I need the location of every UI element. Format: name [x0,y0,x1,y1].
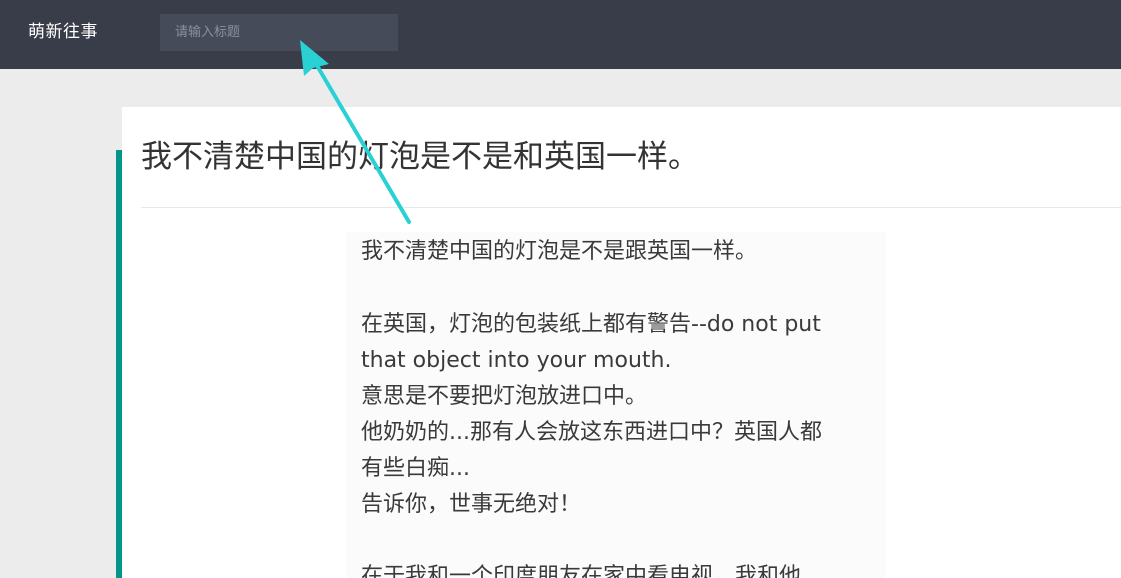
title-divider [141,207,1121,208]
image-text-line: 告诉你，世事无绝对！ [361,492,582,517]
image-text-line: that object into your mouth. [361,348,672,373]
post-card: 我不清楚中国的灯泡是不是和英国一样。 我不清楚中国的灯泡是不是跟英国一样。 在英… [122,107,1121,578]
post-image: 我不清楚中国的灯泡是不是跟英国一样。 在英国，灯泡的包装纸上都有警告--do n… [346,232,886,578]
image-text-line: 在于我和一个印度朋友在家中看电视，我和他 [361,564,802,578]
site-brand[interactable]: 萌新往事 [28,20,98,44]
post-title: 我不清楚中国的灯泡是不是和英国一样。 [141,139,699,175]
image-text-line: 意思是不要把灯泡放进口中。 [361,384,648,409]
image-text-line: 我不清楚中国的灯泡是不是跟英国一样。 [361,239,758,264]
image-text-line: 在英国，灯泡的包装纸上都有警告--do not put [361,312,821,337]
image-text-line: 有些白痴... [361,456,470,481]
title-search-input[interactable] [160,14,398,51]
top-navbar: 萌新往事 [0,0,1121,69]
image-text-line: 他奶奶的...那有人会放这东西进口中？英国人都 [361,420,822,445]
